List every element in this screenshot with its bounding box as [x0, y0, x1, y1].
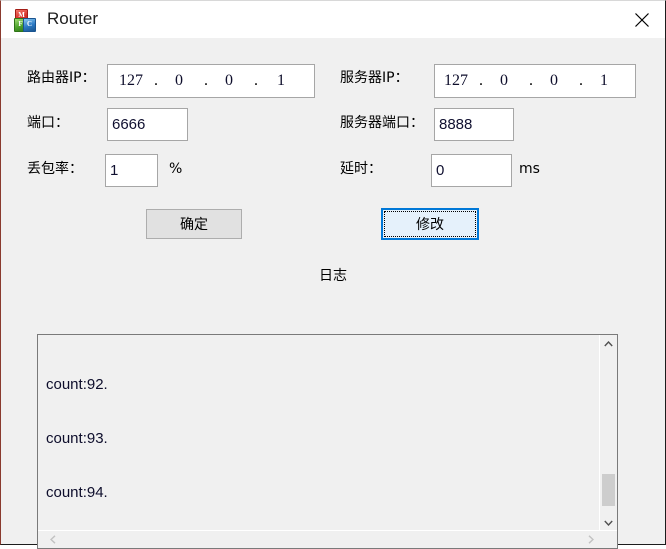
router-ip-octet-4[interactable]: 1 [264, 65, 298, 97]
scroll-up-button[interactable] [600, 335, 617, 352]
log-vertical-scrollbar[interactable] [599, 335, 617, 531]
router-ip-dot-1: . [154, 72, 158, 89]
router-ip-dot-2: . [204, 72, 208, 89]
modify-button-label: 修改 [416, 217, 444, 233]
server-ip-dot-2: . [529, 72, 533, 89]
app-window: M F C Router 路由器IP： 127 . 0 . 0 . 1 端口： … [0, 0, 666, 549]
chevron-right-icon [588, 535, 594, 544]
loss-rate-input[interactable]: 1 [105, 154, 158, 187]
server-ip-dot-1: . [479, 72, 483, 89]
log-textarea[interactable]: count:92. count:93. count:94. count:95. … [37, 334, 618, 549]
chevron-up-icon [604, 340, 613, 346]
port-label: 端口： [27, 115, 69, 131]
router-ip-dot-3: . [254, 72, 258, 89]
close-icon [635, 13, 649, 27]
server-port-input[interactable]: 8888 [434, 108, 514, 141]
delay-label: 延时： [340, 161, 382, 177]
log-horizontal-scrollbar[interactable] [38, 530, 617, 548]
close-window-button[interactable] [619, 1, 665, 37]
modify-button[interactable]: 修改 [381, 208, 479, 240]
log-lines: count:92. count:93. count:94. count:95. … [46, 340, 142, 531]
confirm-button-label: 确定 [180, 217, 208, 233]
scroll-right-button[interactable] [582, 531, 599, 548]
log-line: count:92. [46, 376, 108, 393]
chevron-down-icon [604, 520, 613, 526]
log-line: count:94. [46, 484, 108, 501]
scroll-thumb-vertical[interactable] [602, 474, 615, 506]
log-title: 日志 [319, 268, 347, 284]
server-ip-octet-1[interactable]: 127 [439, 65, 473, 97]
log-line: count:93. [46, 430, 108, 447]
server-ip-octet-2[interactable]: 0 [487, 65, 521, 97]
server-ip-octet-3[interactable]: 0 [537, 65, 571, 97]
port-input[interactable]: 6666 [107, 108, 188, 141]
loss-rate-unit: % [169, 161, 183, 177]
delay-unit: ms [519, 161, 540, 177]
server-ip-octet-4[interactable]: 1 [587, 65, 621, 97]
router-ip-octet-1[interactable]: 127 [114, 65, 148, 97]
router-ip-input[interactable]: 127 . 0 . 0 . 1 [107, 64, 315, 98]
title-bar: M F C Router [1, 1, 665, 39]
app-blocks-icon: M F C [14, 9, 36, 32]
server-ip-dot-3: . [579, 72, 583, 89]
router-ip-octet-3[interactable]: 0 [212, 65, 246, 97]
window-title: Router [47, 9, 99, 28]
server-port-label: 服务器端口： [340, 115, 424, 131]
server-ip-input[interactable]: 127 . 0 . 0 . 1 [434, 64, 636, 98]
scroll-down-button[interactable] [600, 514, 617, 531]
chevron-left-icon [49, 535, 55, 544]
confirm-button[interactable]: 确定 [146, 209, 242, 239]
loss-rate-label: 丢包率： [27, 161, 83, 177]
router-ip-octet-2[interactable]: 0 [162, 65, 196, 97]
router-ip-label: 路由器IP： [27, 70, 96, 86]
delay-input[interactable]: 0 [431, 154, 512, 187]
server-ip-label: 服务器IP： [340, 70, 409, 86]
log-content: count:92. count:93. count:94. count:95. … [38, 335, 600, 531]
scroll-left-button[interactable] [44, 531, 61, 548]
client-area: 路由器IP： 127 . 0 . 0 . 1 端口： 6666 丢包率： 1 %… [1, 38, 665, 549]
